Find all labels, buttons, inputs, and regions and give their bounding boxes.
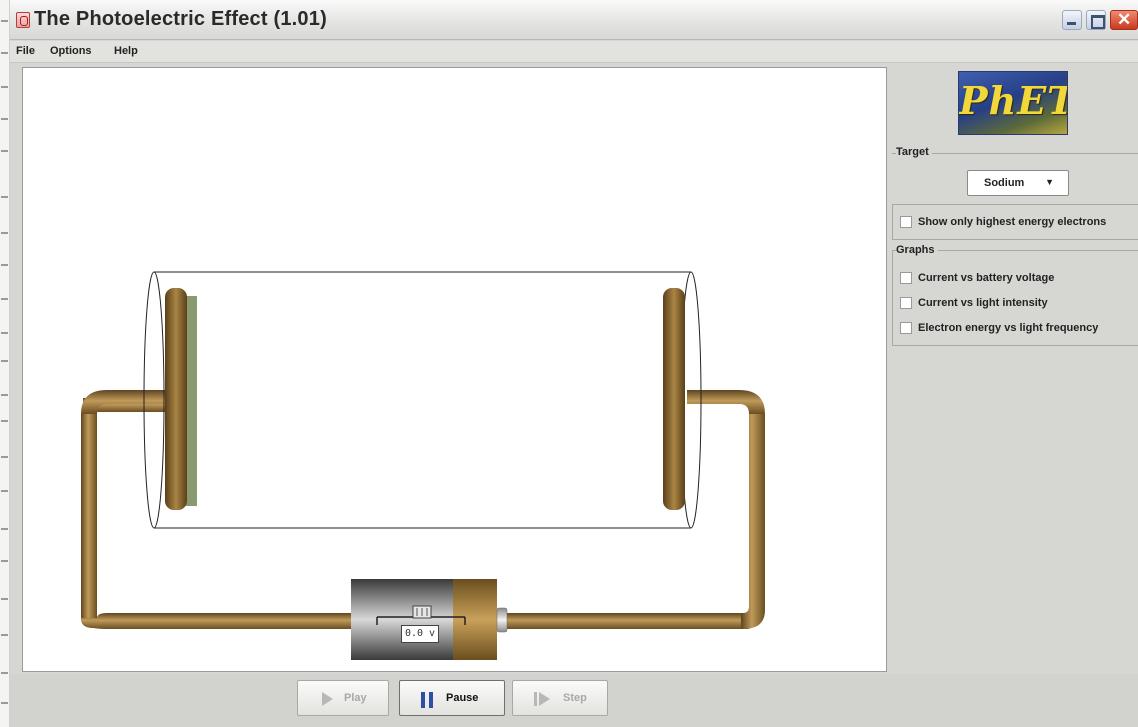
show-highest-energy-checkbox[interactable] — [900, 216, 912, 228]
pause-icon — [421, 692, 433, 708]
chevron-down-icon: ▼ — [1045, 177, 1054, 187]
play-button[interactable]: Play — [297, 680, 389, 716]
graphs-group-label: Graphs — [896, 244, 938, 256]
title-bar[interactable]: The Photoelectric Effect (1.01) — [10, 0, 1138, 40]
clock-controls: Play Pause Step — [10, 674, 1138, 727]
graph-checkbox[interactable] — [900, 272, 912, 284]
graph-checkbox[interactable] — [900, 322, 912, 334]
battery-voltage-readout[interactable]: 0.0 v — [401, 625, 439, 643]
control-panel: PhET Target Sodium ▼ Show only highest e… — [890, 63, 1138, 673]
app-window: The Photoelectric Effect (1.01) File Opt… — [10, 0, 1138, 727]
menu-help[interactable]: Help — [114, 45, 138, 57]
minimize-button[interactable] — [1062, 10, 1082, 30]
target-plate — [165, 288, 187, 510]
circuit-diagram — [81, 271, 765, 660]
simulation-canvas[interactable]: 0.0 v — [22, 67, 887, 672]
menu-options[interactable]: Options — [50, 45, 92, 57]
target-group-label: Target — [896, 146, 932, 158]
target-material-value: Sodium — [984, 177, 1025, 189]
menu-bar: File Options Help — [10, 41, 1138, 63]
play-icon — [322, 692, 333, 706]
step-icon — [534, 692, 550, 706]
battery[interactable] — [351, 579, 508, 660]
close-button[interactable] — [1110, 10, 1138, 30]
window-title: The Photoelectric Effect (1.01) — [34, 8, 327, 30]
step-button[interactable]: Step — [512, 680, 608, 716]
phet-logo[interactable]: PhET — [958, 71, 1068, 135]
menu-file[interactable]: File — [16, 45, 35, 57]
app-icon — [16, 12, 30, 28]
target-material-dropdown[interactable]: Sodium ▼ — [967, 170, 1069, 196]
graph-checkbox[interactable] — [900, 297, 912, 309]
pause-button[interactable]: Pause — [399, 680, 505, 716]
vacuum-tube — [143, 271, 702, 529]
collector-plate — [663, 288, 685, 510]
desktop-ruler-strip — [0, 0, 10, 727]
maximize-button[interactable] — [1086, 10, 1106, 30]
